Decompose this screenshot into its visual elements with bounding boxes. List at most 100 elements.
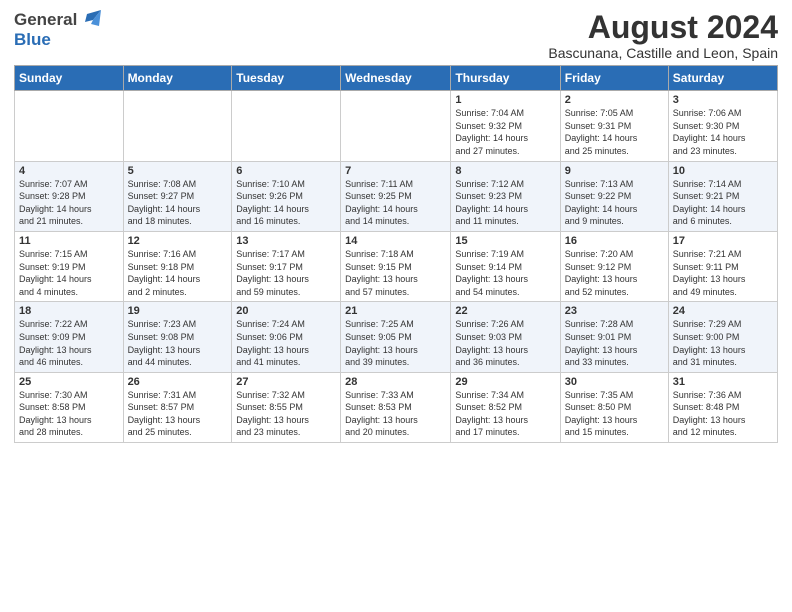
calendar-cell: 14 Sunrise: 7:18 AMSunset: 9:15 PMDayligh…	[341, 231, 451, 301]
day-number: 11	[19, 235, 119, 247]
title-block: August 2024 Bascunana, Castille and Leon…	[548, 10, 778, 61]
day-number: 4	[19, 165, 119, 177]
calendar-cell: 25Sunrise: 7:30 AMSunset: 8:58 PMDayligh…	[15, 372, 124, 442]
day-number: 13	[236, 235, 336, 247]
day-number: 7	[345, 165, 446, 177]
day-number: 9	[565, 165, 664, 177]
day-number: 26	[128, 376, 228, 388]
col-tuesday: Tuesday	[232, 66, 341, 91]
calendar-cell: 1 Sunrise: 7:04 AMSunset: 9:32 PMDaylight…	[451, 91, 560, 161]
calendar-cell: 27Sunrise: 7:32 AMSunset: 8:55 PMDayligh…	[232, 372, 341, 442]
calendar-cell: 2 Sunrise: 7:05 AMSunset: 9:31 PMDaylight…	[560, 91, 668, 161]
day-number: 31	[673, 376, 773, 388]
day-info: Sunrise: 7:14 AMSunset: 9:21 PMDaylight:…	[673, 179, 746, 227]
calendar-cell: 5 Sunrise: 7:08 AMSunset: 9:27 PMDaylight…	[123, 161, 232, 231]
day-number: 16	[565, 235, 664, 247]
calendar-cell: 6Sunrise: 7:10 AMSunset: 9:26 PMDaylight…	[232, 161, 341, 231]
calendar-cell	[123, 91, 232, 161]
calendar-cell: 13 Sunrise: 7:17 AMSunset: 9:17 PMDayligh…	[232, 231, 341, 301]
day-number: 10	[673, 165, 773, 177]
logo-blue: Blue	[14, 30, 51, 49]
calendar-week-row: 11Sunrise: 7:15 AMSunset: 9:19 PMDayligh…	[15, 231, 778, 301]
day-number: 12	[128, 235, 228, 247]
day-number: 20	[236, 305, 336, 317]
calendar-cell: 19 Sunrise: 7:23 AMSunset: 9:08 PMDayligh…	[123, 302, 232, 372]
col-sunday: Sunday	[15, 66, 124, 91]
day-info: Sunrise: 7:17 AMSunset: 9:17 PMDaylight:…	[236, 249, 309, 297]
calendar-cell: 7 Sunrise: 7:11 AMSunset: 9:25 PMDaylight…	[341, 161, 451, 231]
day-info: Sunrise: 7:19 AMSunset: 9:14 PMDaylight:…	[455, 249, 528, 297]
calendar-cell: 17Sunrise: 7:21 AMSunset: 9:11 PMDayligh…	[668, 231, 777, 301]
day-number: 8	[455, 165, 555, 177]
day-number: 6	[236, 165, 336, 177]
day-number: 19	[128, 305, 228, 317]
calendar-cell	[15, 91, 124, 161]
calendar-cell: 20 Sunrise: 7:24 AMSunset: 9:06 PMDayligh…	[232, 302, 341, 372]
calendar-cell: 22 Sunrise: 7:26 AMSunset: 9:03 PMDayligh…	[451, 302, 560, 372]
day-info: Sunrise: 7:08 AMSunset: 9:27 PMDaylight:…	[128, 179, 201, 227]
header: General Blue August 2024 Bascunana, Cast…	[14, 10, 778, 61]
calendar-cell: 11Sunrise: 7:15 AMSunset: 9:19 PMDayligh…	[15, 231, 124, 301]
col-friday: Friday	[560, 66, 668, 91]
day-info: Sunrise: 7:25 AMSunset: 9:05 PMDaylight:…	[345, 319, 418, 367]
calendar-cell: 9 Sunrise: 7:13 AMSunset: 9:22 PMDaylight…	[560, 161, 668, 231]
day-number: 18	[19, 305, 119, 317]
calendar-cell: 21 Sunrise: 7:25 AMSunset: 9:05 PMDayligh…	[341, 302, 451, 372]
day-info: Sunrise: 7:26 AMSunset: 9:03 PMDaylight:…	[455, 319, 528, 367]
day-number: 30	[565, 376, 664, 388]
day-number: 29	[455, 376, 555, 388]
day-info: Sunrise: 7:34 AMSunset: 8:52 PMDaylight:…	[455, 390, 528, 438]
day-info: Sunrise: 7:11 AMSunset: 9:25 PMDaylight:…	[345, 179, 418, 227]
day-info: Sunrise: 7:35 AMSunset: 8:50 PMDaylight:…	[565, 390, 638, 438]
day-info: Sunrise: 7:20 AMSunset: 9:12 PMDaylight:…	[565, 249, 638, 297]
col-monday: Monday	[123, 66, 232, 91]
day-number: 22	[455, 305, 555, 317]
calendar-cell	[232, 91, 341, 161]
calendar-cell: 8 Sunrise: 7:12 AMSunset: 9:23 PMDaylight…	[451, 161, 560, 231]
col-wednesday: Wednesday	[341, 66, 451, 91]
day-info: Sunrise: 7:29 AMSunset: 9:00 PMDaylight:…	[673, 319, 746, 367]
calendar-week-row: 4Sunrise: 7:07 AMSunset: 9:28 PMDaylight…	[15, 161, 778, 231]
day-info: Sunrise: 7:33 AMSunset: 8:53 PMDaylight:…	[345, 390, 418, 438]
day-number: 1	[455, 94, 555, 106]
day-info: Sunrise: 7:31 AMSunset: 8:57 PMDaylight:…	[128, 390, 201, 438]
day-info: Sunrise: 7:13 AMSunset: 9:22 PMDaylight:…	[565, 179, 638, 227]
day-number: 28	[345, 376, 446, 388]
day-number: 14	[345, 235, 446, 247]
day-number: 21	[345, 305, 446, 317]
logo-general: General	[14, 10, 77, 30]
day-number: 23	[565, 305, 664, 317]
calendar-cell: 31Sunrise: 7:36 AMSunset: 8:48 PMDayligh…	[668, 372, 777, 442]
calendar-cell: 30 Sunrise: 7:35 AMSunset: 8:50 PMDayligh…	[560, 372, 668, 442]
day-info: Sunrise: 7:04 AMSunset: 9:32 PMDaylight:…	[455, 108, 528, 156]
calendar-header-row: Sunday Monday Tuesday Wednesday Thursday…	[15, 66, 778, 91]
day-info: Sunrise: 7:28 AMSunset: 9:01 PMDaylight:…	[565, 319, 638, 367]
calendar-table: Sunday Monday Tuesday Wednesday Thursday…	[14, 65, 778, 443]
calendar-cell: 15Sunrise: 7:19 AMSunset: 9:14 PMDayligh…	[451, 231, 560, 301]
day-info: Sunrise: 7:30 AMSunset: 8:58 PMDaylight:…	[19, 390, 92, 438]
calendar-cell: 12 Sunrise: 7:16 AMSunset: 9:18 PMDayligh…	[123, 231, 232, 301]
day-info: Sunrise: 7:12 AMSunset: 9:23 PMDaylight:…	[455, 179, 528, 227]
day-info: Sunrise: 7:06 AMSunset: 9:30 PMDaylight:…	[673, 108, 746, 156]
calendar-cell: 10 Sunrise: 7:14 AMSunset: 9:21 PMDayligh…	[668, 161, 777, 231]
calendar-cell: 26 Sunrise: 7:31 AMSunset: 8:57 PMDayligh…	[123, 372, 232, 442]
day-info: Sunrise: 7:23 AMSunset: 9:08 PMDaylight:…	[128, 319, 201, 367]
day-info: Sunrise: 7:18 AMSunset: 9:15 PMDaylight:…	[345, 249, 418, 297]
page: General Blue August 2024 Bascunana, Cast…	[0, 0, 792, 612]
logo-bird-icon	[79, 10, 101, 30]
day-number: 2	[565, 94, 664, 106]
day-info: Sunrise: 7:24 AMSunset: 9:06 PMDaylight:…	[236, 319, 309, 367]
calendar-week-row: 18Sunrise: 7:22 AMSunset: 9:09 PMDayligh…	[15, 302, 778, 372]
calendar-cell: 18Sunrise: 7:22 AMSunset: 9:09 PMDayligh…	[15, 302, 124, 372]
calendar-cell: 4Sunrise: 7:07 AMSunset: 9:28 PMDaylight…	[15, 161, 124, 231]
day-number: 24	[673, 305, 773, 317]
day-number: 5	[128, 165, 228, 177]
calendar-cell: 24 Sunrise: 7:29 AMSunset: 9:00 PMDayligh…	[668, 302, 777, 372]
day-number: 3	[673, 94, 773, 106]
day-info: Sunrise: 7:21 AMSunset: 9:11 PMDaylight:…	[673, 249, 746, 297]
day-info: Sunrise: 7:16 AMSunset: 9:18 PMDaylight:…	[128, 249, 201, 297]
calendar-cell: 16 Sunrise: 7:20 AMSunset: 9:12 PMDayligh…	[560, 231, 668, 301]
page-subtitle: Bascunana, Castille and Leon, Spain	[548, 45, 778, 61]
day-number: 27	[236, 376, 336, 388]
day-info: Sunrise: 7:05 AMSunset: 9:31 PMDaylight:…	[565, 108, 638, 156]
